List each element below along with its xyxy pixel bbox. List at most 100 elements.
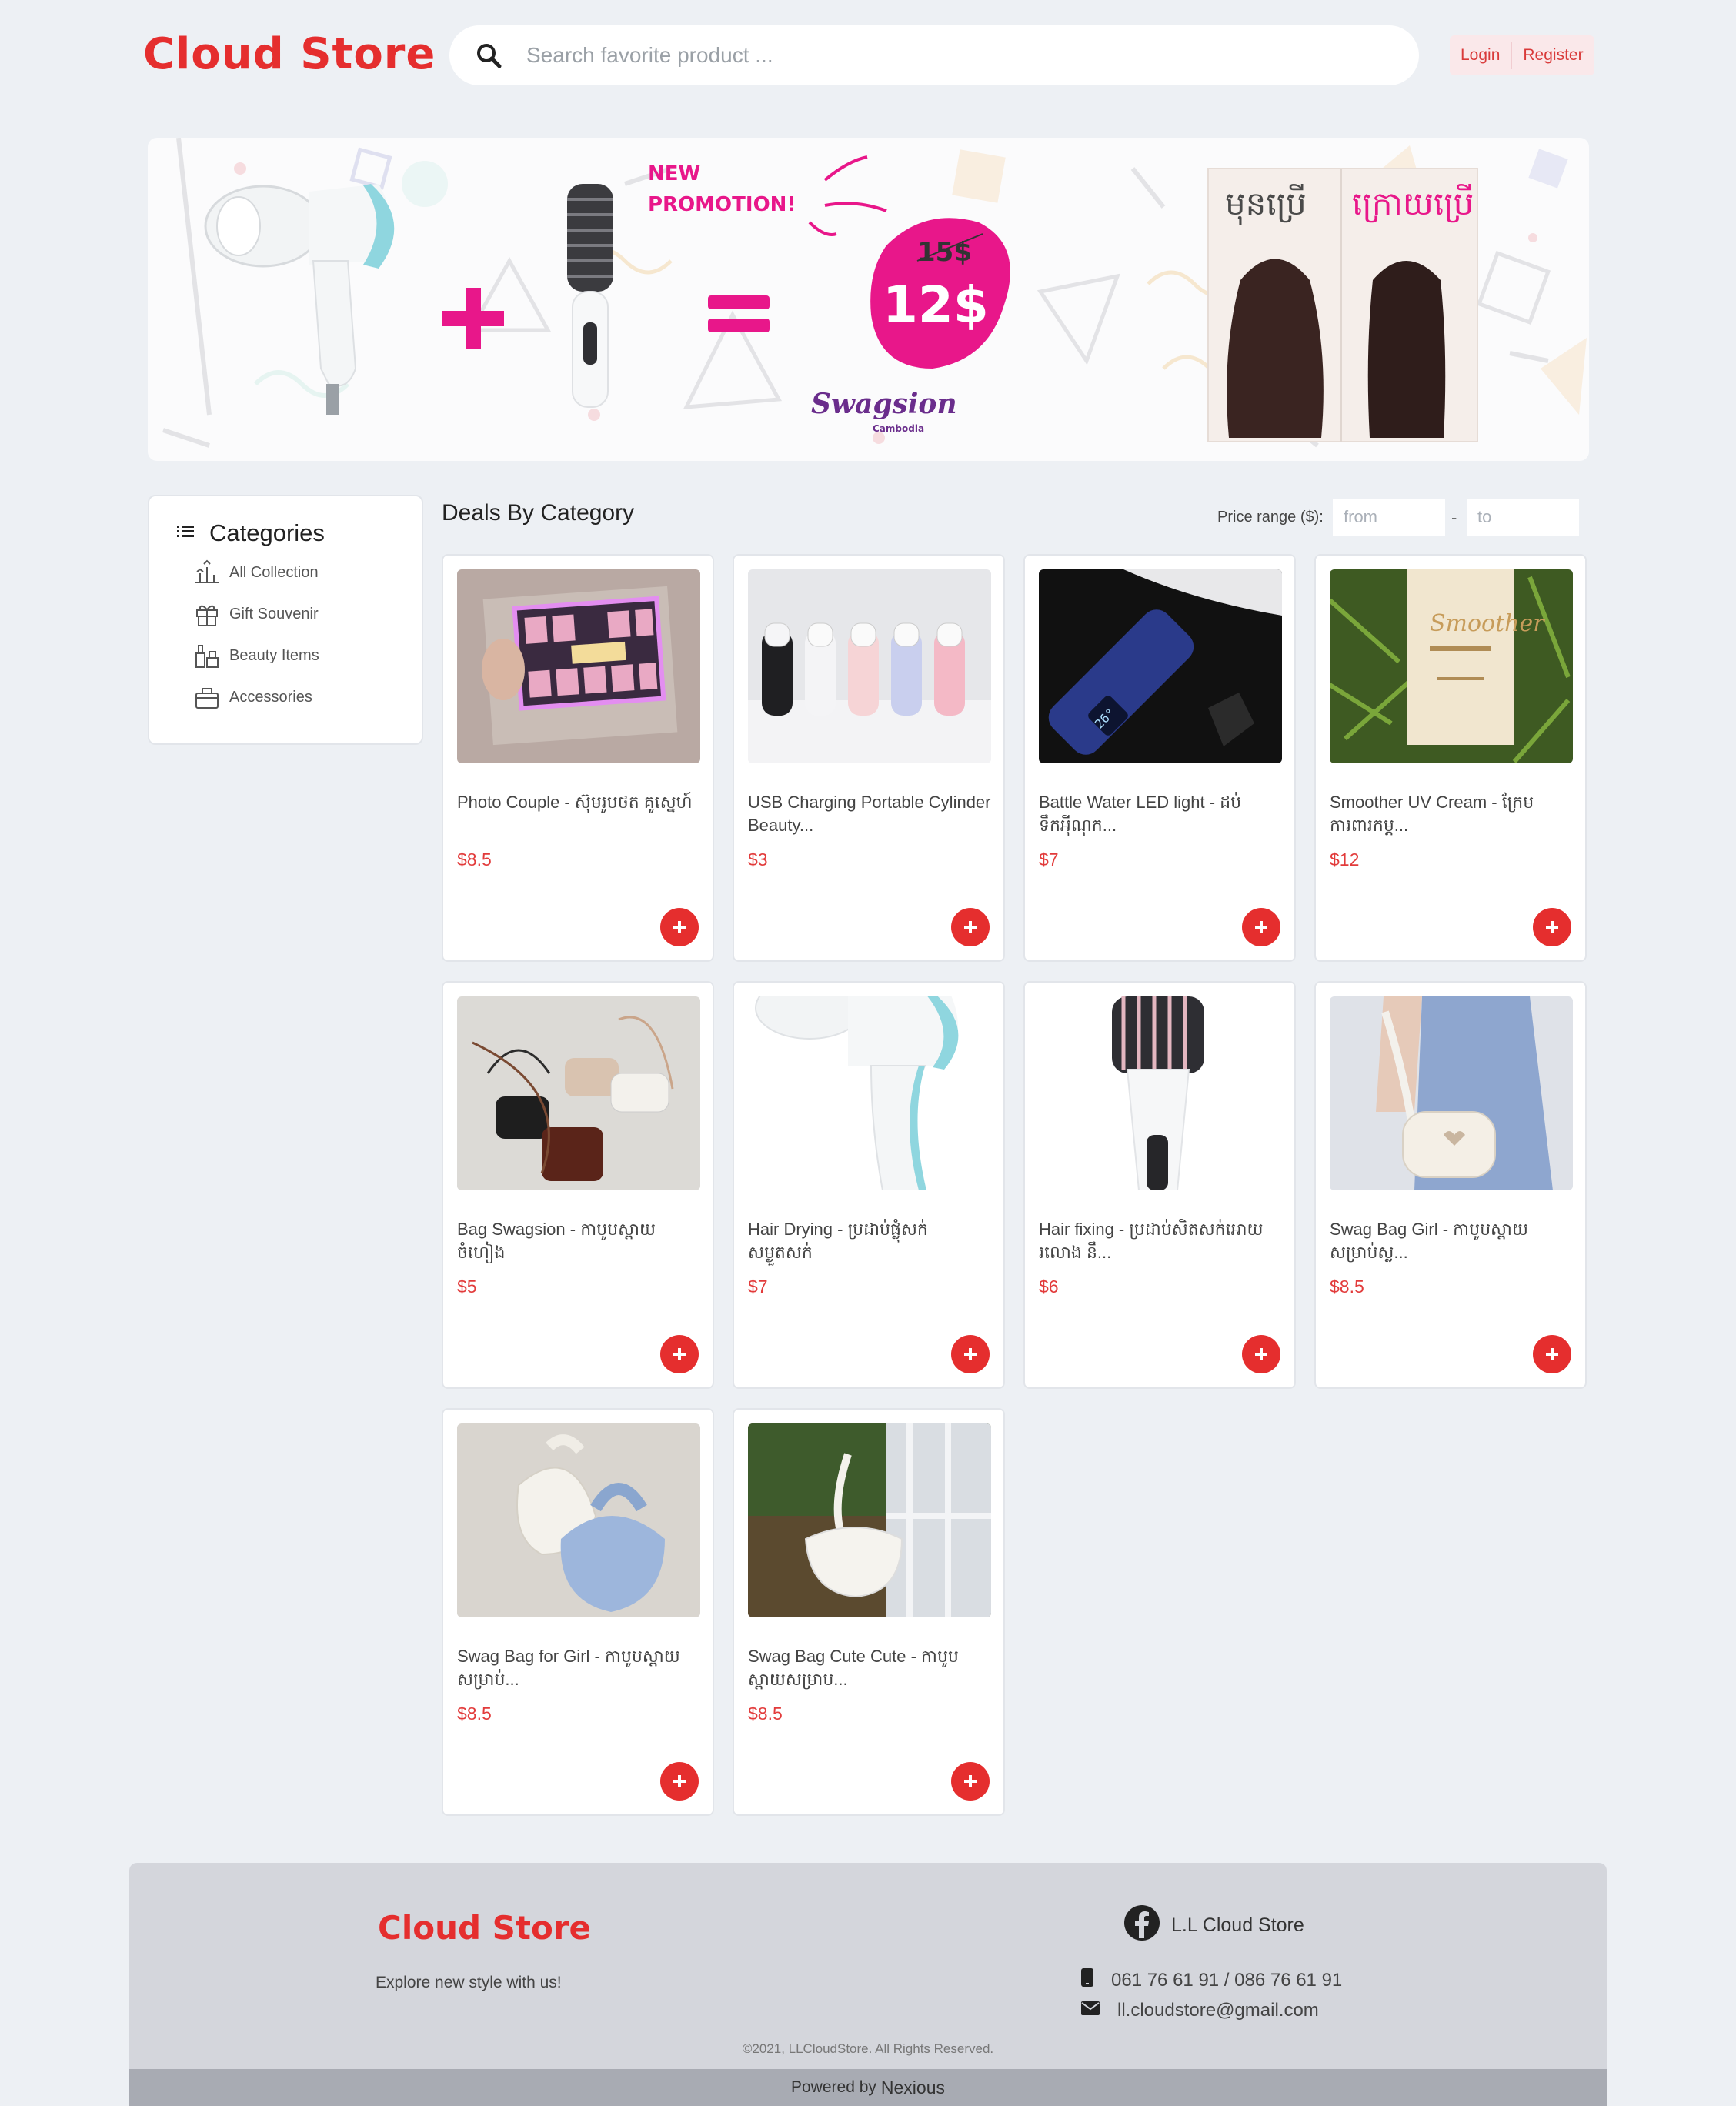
auth-links: Login Register xyxy=(1450,35,1594,75)
product-image[interactable] xyxy=(457,996,700,1190)
product-price: $8.5 xyxy=(457,849,492,869)
banner-graphic: NEW PROMOTION! 15$ 12$ Swagsion Cambodia… xyxy=(162,138,1587,448)
product-card[interactable]: Swag Bag Girl - កាបូបស្ពាយ សម្រាប់ស្ល...… xyxy=(1314,981,1587,1389)
facebook-icon xyxy=(1123,1904,1160,1947)
copyright-text: ©2021, LLCloudStore. All Rights Reserved… xyxy=(742,2041,994,2056)
category-all-collection[interactable]: All Collection xyxy=(185,559,319,586)
envelope-icon xyxy=(1080,2000,1100,2021)
add-to-cart-button[interactable] xyxy=(660,908,699,946)
categories-panel: Categories All Collection Gift Souvenir … xyxy=(148,495,423,745)
product-name[interactable]: Hair fixing - ប្រដាប់សិតសក់អោយ រលោង នឹ..… xyxy=(1039,1218,1284,1264)
add-to-cart-button[interactable] xyxy=(660,1335,699,1373)
search-bar[interactable] xyxy=(449,25,1419,85)
plus-icon xyxy=(964,921,976,933)
add-to-cart-button[interactable] xyxy=(951,908,990,946)
product-image[interactable] xyxy=(1330,996,1573,1190)
product-card[interactable]: Swag Bag for Girl - កាបូបស្ពាយ សម្រាប់..… xyxy=(442,1408,714,1816)
product-name[interactable]: Bag Swagsion - កាបូបស្ពាយ ចំហៀង xyxy=(457,1218,702,1264)
product-card[interactable]: Bag Swagsion - កាបូបស្ពាយ ចំហៀង $5 xyxy=(442,981,714,1389)
login-link[interactable]: Login xyxy=(1450,35,1511,75)
gift-icon xyxy=(194,601,220,627)
category-gift-souvenir[interactable]: Gift Souvenir xyxy=(185,601,319,627)
svg-text:ក្រោយប្រើ: ក្រោយប្រើ xyxy=(1352,184,1474,223)
product-image[interactable]: 26° xyxy=(1039,569,1282,763)
category-label: Accessories xyxy=(229,688,312,706)
svg-text:មុនប្រើ: មុនប្រើ xyxy=(1225,184,1307,225)
product-price: $7 xyxy=(1039,849,1059,869)
register-link[interactable]: Register xyxy=(1512,35,1594,75)
product-name[interactable]: Smoother UV Cream - ក្រែម ការពារកម្ត... xyxy=(1330,791,1574,837)
category-label: Gift Souvenir xyxy=(229,605,319,622)
powered-by-label: Powered by xyxy=(790,2078,876,2096)
add-to-cart-button[interactable] xyxy=(1242,908,1280,946)
product-name[interactable]: Swag Bag Cute Cute - កាបូប ស្ពាយសម្រាប..… xyxy=(748,1645,993,1691)
plus-icon xyxy=(673,1775,686,1787)
price-from-input[interactable] xyxy=(1333,499,1445,536)
search-input[interactable] xyxy=(526,43,1373,68)
site-footer: Cloud Store Explore new style with us! L… xyxy=(129,1863,1607,2106)
footer-tagline: Explore new style with us! xyxy=(376,1974,562,1991)
category-label: Beauty Items xyxy=(229,646,319,664)
svg-text:12$: 12$ xyxy=(883,275,989,335)
product-image[interactable] xyxy=(748,1423,991,1617)
product-name[interactable]: Swag Bag Girl - កាបូបស្ពាយ សម្រាប់ស្ល... xyxy=(1330,1218,1574,1264)
price-range-label: Price range ($): xyxy=(1217,509,1324,526)
phone-icon xyxy=(1080,1967,1094,1993)
search-icon xyxy=(476,42,502,68)
plus-icon xyxy=(1546,1348,1558,1360)
price-to-input[interactable] xyxy=(1467,499,1579,536)
product-image[interactable] xyxy=(1039,996,1282,1190)
product-card[interactable]: 26° Battle Water LED light - ដប់ ទឹកអុីណ… xyxy=(1023,554,1296,962)
plus-icon xyxy=(964,1348,976,1360)
product-price: $8.5 xyxy=(748,1704,783,1724)
add-to-cart-button[interactable] xyxy=(1242,1335,1280,1373)
price-range-separator: - xyxy=(1451,508,1457,527)
product-image[interactable] xyxy=(457,569,700,763)
product-card[interactable]: Hair fixing - ប្រដាប់សិតសក់អោយ រលោង នឹ..… xyxy=(1023,981,1296,1389)
product-image[interactable] xyxy=(748,996,991,1190)
add-to-cart-button[interactable] xyxy=(951,1335,990,1373)
email-address[interactable]: ll.cloudstore@gmail.com xyxy=(1117,2000,1319,2021)
add-to-cart-button[interactable] xyxy=(1533,1335,1571,1373)
hair-brush-graphic xyxy=(567,184,613,408)
product-name[interactable]: Swag Bag for Girl - កាបូបស្ពាយ សម្រាប់..… xyxy=(457,1645,702,1691)
footer-phone: 061 76 61 91 / 086 76 61 91 xyxy=(1080,1967,1342,1993)
powered-by-link[interactable]: Nexious xyxy=(881,2078,945,2098)
phone-number: 061 76 61 91 / 086 76 61 91 xyxy=(1111,1969,1343,1991)
svg-text:PROMOTION!: PROMOTION! xyxy=(648,193,796,216)
plus-icon xyxy=(1546,921,1558,933)
promo-banner[interactable]: NEW PROMOTION! 15$ 12$ Swagsion Cambodia… xyxy=(148,138,1589,461)
product-price: $12 xyxy=(1330,849,1360,869)
product-name[interactable]: Photo Couple - ស៊ុមរូបថត គូស្នេហ៍ xyxy=(457,791,702,814)
facebook-page-name: L.L Cloud Store xyxy=(1171,1914,1304,1936)
product-name[interactable]: Hair Drying - ប្រដាប់ផ្លុំសក់ សម្ងួតសក់ xyxy=(748,1218,993,1264)
add-to-cart-button[interactable] xyxy=(951,1762,990,1801)
product-name[interactable]: Battle Water LED light - ដប់ ទឹកអុីណុក..… xyxy=(1039,791,1284,837)
product-price: $8.5 xyxy=(1330,1277,1364,1297)
product-card[interactable]: Photo Couple - ស៊ុមរូបថត គូស្នេហ៍ $8.5 xyxy=(442,554,714,962)
category-accessories[interactable]: Accessories xyxy=(185,684,312,710)
list-icon xyxy=(177,525,194,542)
category-beauty-items[interactable]: Beauty Items xyxy=(185,642,319,669)
product-card[interactable]: Swag Bag Cute Cute - កាបូប ស្ពាយសម្រាប..… xyxy=(733,1408,1005,1816)
add-to-cart-button[interactable] xyxy=(660,1762,699,1801)
product-price: $5 xyxy=(457,1277,477,1297)
plus-icon xyxy=(964,1775,976,1787)
svg-text:NEW: NEW xyxy=(648,162,700,185)
footer-email[interactable]: ll.cloudstore@gmail.com xyxy=(1080,2000,1319,2021)
product-name[interactable]: USB Charging Portable Cylinder Beauty... xyxy=(748,791,993,837)
before-after-photo: មុនប្រើ ក្រោយប្រើ xyxy=(1207,168,1478,442)
collection-icon xyxy=(194,559,220,586)
product-image[interactable] xyxy=(748,569,991,763)
add-to-cart-button[interactable] xyxy=(1533,908,1571,946)
product-card[interactable]: Hair Drying - ប្រដាប់ផ្លុំសក់ សម្ងួតសក់ … xyxy=(733,981,1005,1389)
footer-logo[interactable]: Cloud Store xyxy=(378,1909,591,1947)
product-image[interactable]: Smoother xyxy=(1330,569,1573,763)
bag-icon xyxy=(194,684,220,710)
product-card[interactable]: USB Charging Portable Cylinder Beauty...… xyxy=(733,554,1005,962)
plus-icon xyxy=(1255,921,1267,933)
facebook-link[interactable]: L.L Cloud Store xyxy=(1123,1904,1304,1947)
product-card[interactable]: Smoother Smoother UV Cream - ក្រែម ការពា… xyxy=(1314,554,1587,962)
product-image[interactable] xyxy=(457,1423,700,1617)
store-logo[interactable]: Cloud Store xyxy=(143,29,436,79)
